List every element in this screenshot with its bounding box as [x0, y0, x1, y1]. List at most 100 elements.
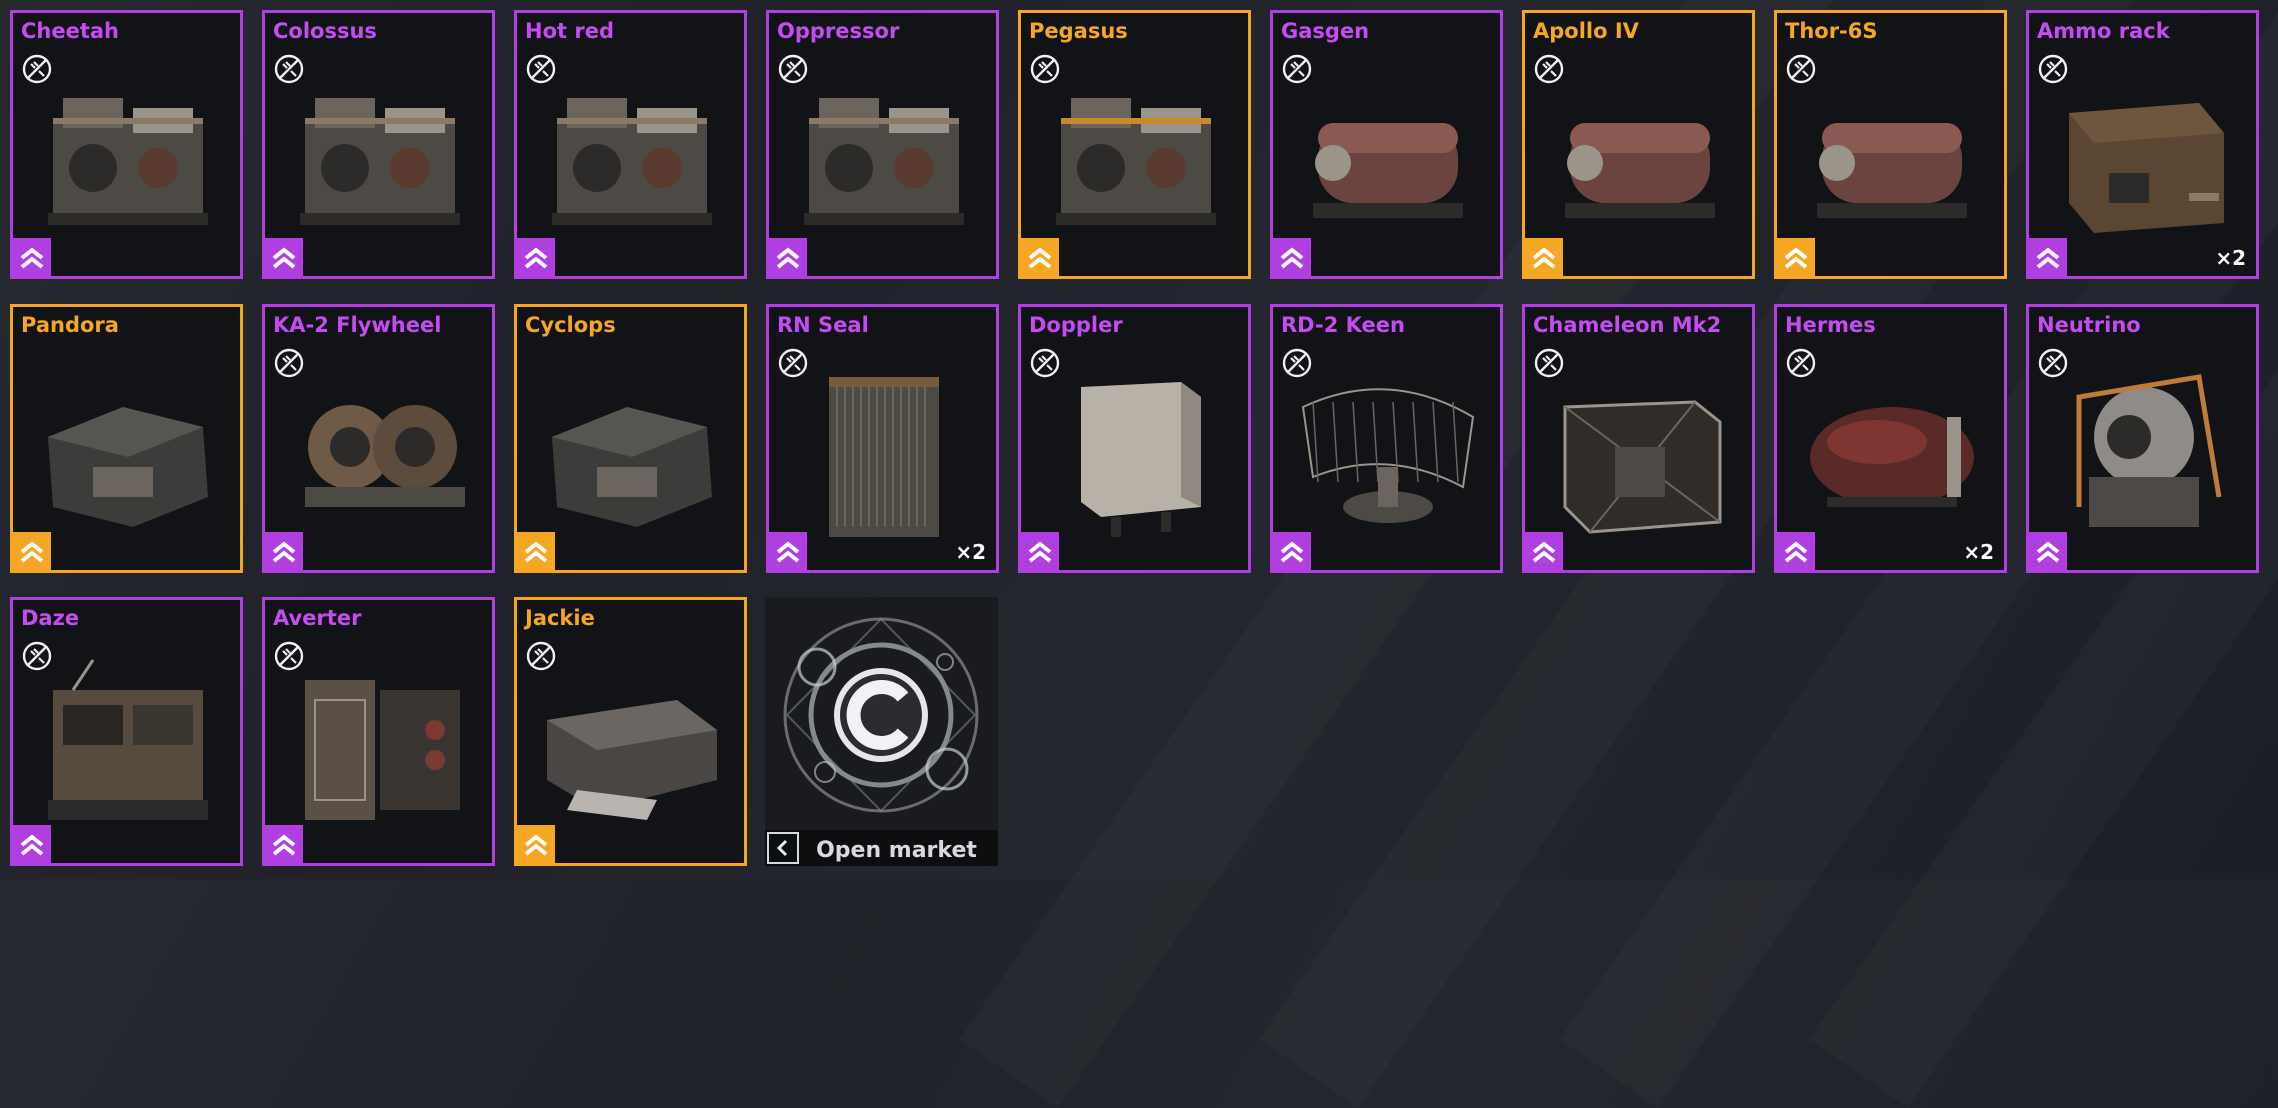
radiator-icon [789, 357, 979, 547]
part-card-cyclops[interactable]: Cyclops [514, 304, 747, 573]
part-card-ammo-rack[interactable]: Ammo rack ×2 [2026, 10, 2259, 279]
radar-box-icon [1041, 357, 1231, 547]
quantity-badge: ×2 [1963, 540, 1994, 564]
crafting-disabled-icon [1281, 347, 1313, 379]
diving-helmet-icon [2049, 357, 2239, 547]
generator-icon [1545, 63, 1735, 253]
part-card-hot-red[interactable]: Hot red [514, 10, 747, 279]
part-card-thor-6s[interactable]: Thor-6S [1774, 10, 2007, 279]
rarity-chevron-icon [1777, 532, 1815, 570]
part-name: Oppressor [777, 19, 900, 43]
quantity-badge: ×2 [955, 540, 986, 564]
cage-icon [1545, 357, 1735, 547]
crafting-disabled-icon [1029, 347, 1061, 379]
engine-icon [1041, 63, 1231, 253]
part-name: Pegasus [1029, 19, 1128, 43]
open-market-label: Open market [816, 838, 977, 863]
rarity-chevron-icon [2029, 532, 2067, 570]
engine-icon [285, 63, 475, 253]
part-name: Chameleon Mk2 [1533, 313, 1722, 337]
part-card-jackie[interactable]: Jackie [514, 597, 747, 866]
part-card-neutrino[interactable]: Neutrino [2026, 304, 2259, 573]
part-card-cheetah[interactable]: Cheetah [10, 10, 243, 279]
engine-icon [33, 63, 223, 253]
open-market-tile[interactable]: Open market [765, 597, 998, 866]
rarity-chevron-icon [1021, 238, 1059, 276]
crafting-disabled-icon [777, 53, 809, 85]
rarity-chevron-icon [13, 825, 51, 863]
rarity-chevron-icon [1273, 238, 1311, 276]
part-name: Daze [21, 606, 80, 630]
rarity-chevron-icon [265, 825, 303, 863]
rarity-chevron-icon [2029, 238, 2067, 276]
crafting-disabled-icon [273, 640, 305, 672]
part-card-ka-2-flywheel[interactable]: KA-2 Flywheel [262, 304, 495, 573]
part-name: Neutrino [2037, 313, 2141, 337]
part-card-averter[interactable]: Averter [262, 597, 495, 866]
crafting-disabled-icon [1533, 347, 1565, 379]
crafting-disabled-icon [2037, 347, 2069, 379]
crafting-disabled-icon [1281, 53, 1313, 85]
part-card-oppressor[interactable]: Oppressor [766, 10, 999, 279]
rarity-chevron-icon [13, 532, 51, 570]
part-card-chameleon-mk2[interactable]: Chameleon Mk2 [1522, 304, 1755, 573]
crafting-disabled-icon [1029, 53, 1061, 85]
part-card-doppler[interactable]: Doppler [1018, 304, 1251, 573]
crate-icon [2049, 63, 2239, 253]
part-card-pandora[interactable]: Pandora [10, 304, 243, 573]
module-icon [537, 357, 727, 547]
engine-icon [789, 63, 979, 253]
crafting-disabled-icon [1785, 53, 1817, 85]
rarity-chevron-icon [769, 532, 807, 570]
crafting-disabled-icon [273, 347, 305, 379]
rarity-chevron-icon [1525, 532, 1563, 570]
part-card-apollo-iv[interactable]: Apollo IV [1522, 10, 1755, 279]
crafting-disabled-icon [1533, 53, 1565, 85]
radar-dish-icon [1293, 357, 1483, 547]
rarity-chevron-icon [1777, 238, 1815, 276]
crafting-disabled-icon [777, 347, 809, 379]
rarity-chevron-icon [517, 825, 555, 863]
part-card-gasgen[interactable]: Gasgen [1270, 10, 1503, 279]
tank-icon [1797, 357, 1987, 547]
part-name: Apollo IV [1533, 19, 1639, 43]
part-name: Averter [273, 606, 362, 630]
rarity-chevron-icon [265, 532, 303, 570]
part-card-rd-2-keen[interactable]: RD-2 Keen [1270, 304, 1503, 573]
crafting-disabled-icon [21, 53, 53, 85]
engine-icon [537, 63, 727, 253]
rarity-chevron-icon [1525, 238, 1563, 276]
part-name: Thor-6S [1785, 19, 1878, 43]
quantity-badge: ×2 [2215, 246, 2246, 270]
crafting-disabled-icon [1785, 347, 1817, 379]
part-name: Hermes [1785, 313, 1876, 337]
plate-icon [537, 650, 727, 840]
rarity-chevron-icon [517, 532, 555, 570]
part-card-pegasus[interactable]: Pegasus [1018, 10, 1251, 279]
rarity-chevron-icon [1021, 532, 1059, 570]
part-card-hermes[interactable]: Hermes ×2 [1774, 304, 2007, 573]
part-card-daze[interactable]: Daze [10, 597, 243, 866]
console-icon [33, 650, 223, 840]
part-name: Pandora [21, 313, 119, 337]
part-name: Jackie [525, 606, 595, 630]
part-name: KA-2 Flywheel [273, 313, 442, 337]
part-card-colossus[interactable]: Colossus [262, 10, 495, 279]
part-name: Colossus [273, 19, 377, 43]
part-name: Ammo rack [2037, 19, 2170, 43]
rarity-chevron-icon [13, 238, 51, 276]
flywheel-icon [285, 357, 475, 547]
generator-icon [1293, 63, 1483, 253]
rarity-chevron-icon [265, 238, 303, 276]
part-name: Doppler [1029, 313, 1123, 337]
module-icon [33, 357, 223, 547]
part-card-rn-seal[interactable]: RN Seal ×2 [766, 304, 999, 573]
rarity-chevron-icon [769, 238, 807, 276]
rarity-chevron-icon [1273, 532, 1311, 570]
crafting-disabled-icon [525, 53, 557, 85]
crossout-logo-icon [783, 617, 979, 813]
part-name: RD-2 Keen [1281, 313, 1405, 337]
crafting-disabled-icon [273, 53, 305, 85]
part-name: RN Seal [777, 313, 869, 337]
part-name: Gasgen [1281, 19, 1370, 43]
